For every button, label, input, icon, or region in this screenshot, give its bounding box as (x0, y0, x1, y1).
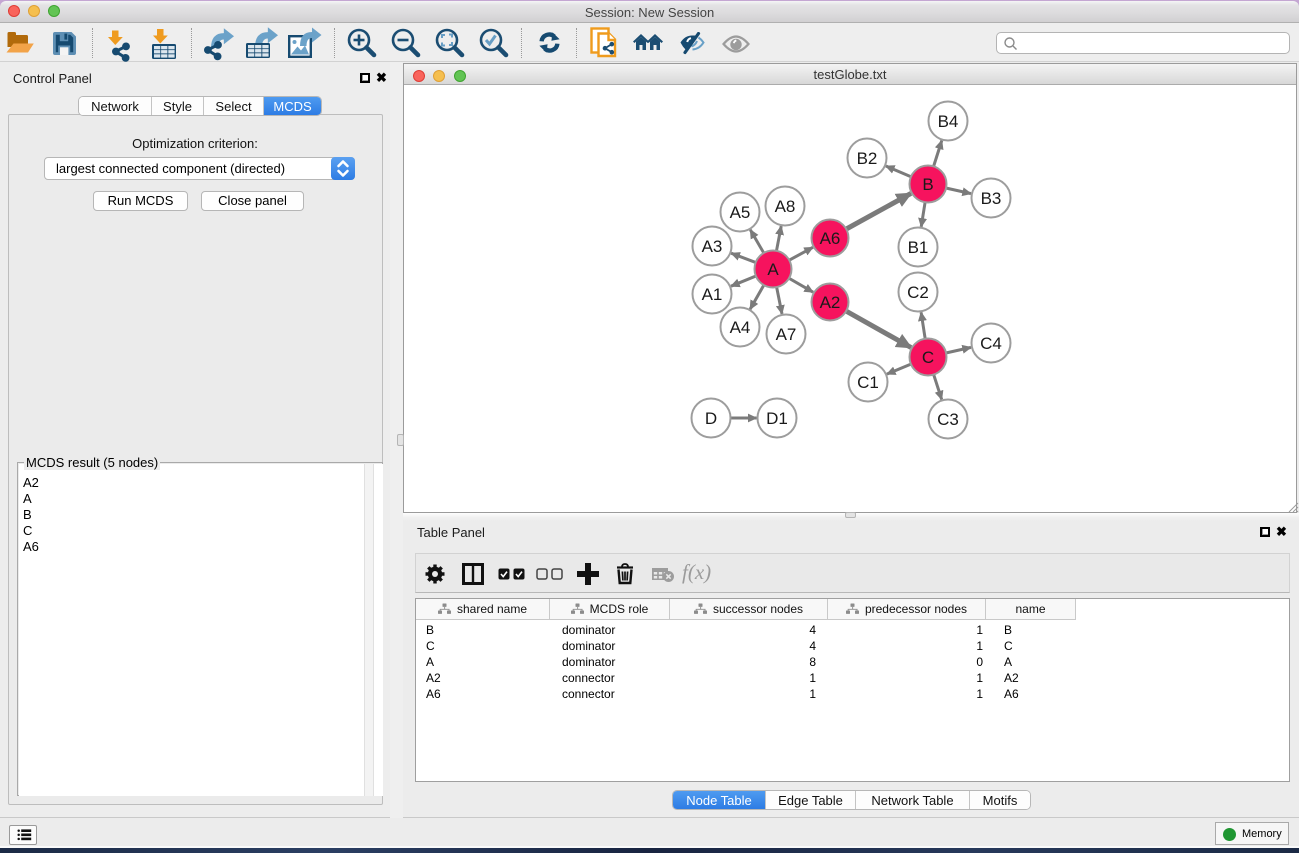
svg-text:D1: D1 (766, 409, 788, 428)
svg-text:A2: A2 (820, 293, 841, 312)
svg-text:C2: C2 (907, 283, 929, 302)
svg-text:C4: C4 (980, 334, 1002, 353)
svg-text:C3: C3 (937, 410, 959, 429)
svg-text:A3: A3 (702, 237, 723, 256)
svg-text:B3: B3 (981, 189, 1002, 208)
svg-text:D: D (705, 409, 717, 428)
svg-text:B4: B4 (938, 112, 959, 131)
svg-text:C1: C1 (857, 373, 879, 392)
svg-text:B: B (922, 175, 933, 194)
svg-text:B1: B1 (908, 238, 929, 257)
svg-text:A5: A5 (730, 203, 751, 222)
svg-text:B2: B2 (857, 149, 878, 168)
svg-text:A6: A6 (820, 229, 841, 248)
svg-text:A4: A4 (730, 318, 751, 337)
svg-text:A8: A8 (775, 197, 796, 216)
svg-text:C: C (922, 348, 934, 367)
svg-text:A7: A7 (776, 325, 797, 344)
svg-text:A1: A1 (702, 285, 723, 304)
svg-text:A: A (767, 260, 779, 279)
